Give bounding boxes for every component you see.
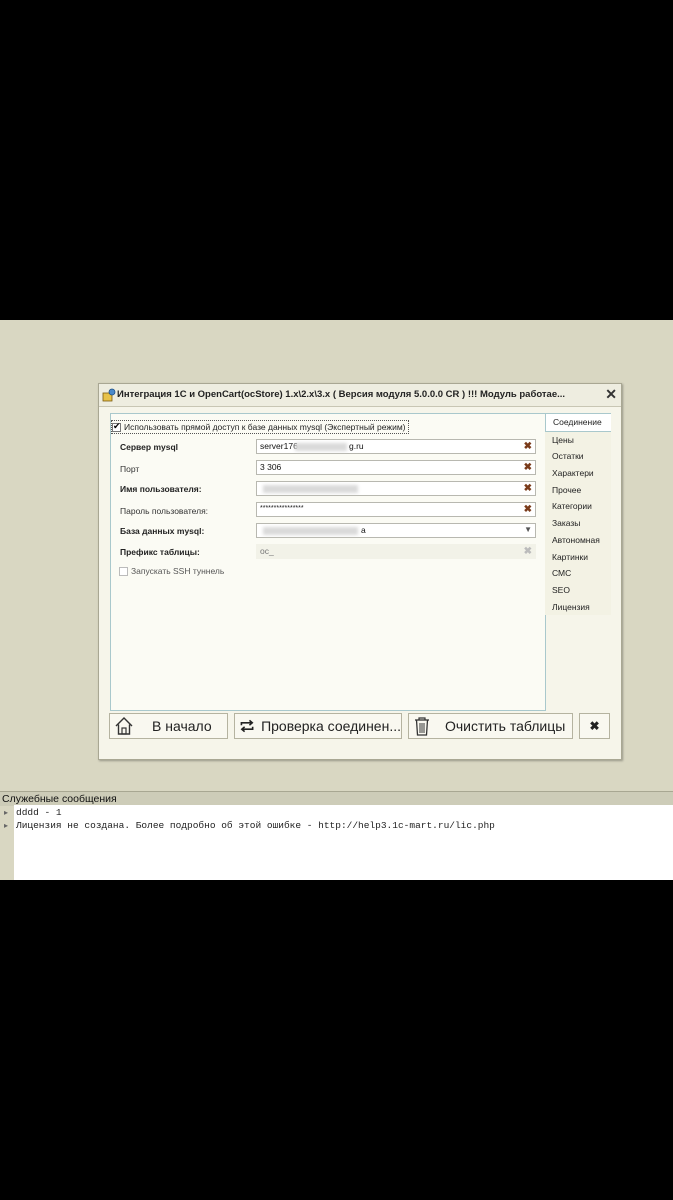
tab-sms[interactable]: СМС: [545, 565, 611, 582]
server-value-start: server176: [260, 441, 298, 451]
password-field[interactable]: **************** ✖: [256, 502, 536, 517]
app-icon: [102, 388, 116, 402]
clear-port-icon[interactable]: ✖: [524, 462, 532, 473]
tab-connection[interactable]: Соединение: [545, 413, 611, 432]
ssh-checkbox[interactable]: [119, 566, 128, 576]
database-select[interactable]: a ▼: [256, 523, 536, 538]
check-connection-button[interactable]: Проверка соединен...: [234, 713, 402, 739]
clear-prefix-icon[interactable]: ✖: [524, 546, 532, 557]
desktop-area: Интеграция 1С и OpenCart(ocStore) 1.x\2.…: [0, 320, 673, 880]
port-field[interactable]: 3 306 ✖: [256, 460, 536, 475]
message-line: dddd - 1: [16, 807, 62, 818]
redacted-blur: [295, 443, 347, 451]
prefix-label: Префикс таблицы:: [120, 547, 200, 557]
settings-tabs: Соединение Цены Остатки Характери Прочее…: [545, 413, 611, 616]
bullet-icon: ▸: [4, 808, 9, 817]
ssh-label: Запускать SSH туннель: [131, 566, 225, 576]
integration-dialog: Интеграция 1С и OpenCart(ocStore) 1.x\2.…: [98, 383, 622, 760]
close-window-icon[interactable]: ✕: [605, 386, 617, 402]
refresh-icon: [240, 719, 254, 733]
button-bar: В начало Проверка соединен... Очистить т…: [99, 713, 621, 745]
connection-panel: [110, 413, 546, 711]
title-bar: Интеграция 1С и OpenCart(ocStore) 1.x\2.…: [99, 384, 621, 407]
tab-prices[interactable]: Цены: [545, 431, 611, 449]
trash-icon: [415, 717, 429, 736]
tab-stock[interactable]: Остатки: [545, 448, 611, 466]
clear-user-icon[interactable]: ✖: [524, 483, 532, 494]
password-label: Пароль пользователя:: [120, 506, 209, 516]
clear-tables-label: Очистить таблицы: [445, 718, 566, 734]
close-icon: ✖: [589, 719, 600, 733]
messages-title: Служебные сообщения: [2, 793, 117, 805]
clear-password-icon[interactable]: ✖: [524, 504, 532, 515]
tab-seo[interactable]: SEO: [545, 581, 611, 599]
clear-server-icon[interactable]: ✖: [524, 441, 532, 452]
tab-license[interactable]: Лицензия: [545, 598, 611, 616]
redacted-blur: [263, 485, 358, 493]
server-label: Сервер mysql: [120, 442, 179, 452]
home-icon: [115, 717, 133, 735]
check-connection-label: Проверка соединен...: [261, 718, 401, 734]
server-field[interactable]: server176 g.ru ✖: [256, 439, 536, 454]
ssh-checkbox-row[interactable]: Запускать SSH туннель: [119, 566, 224, 576]
tab-autonomous[interactable]: Автономная: [545, 531, 611, 549]
port-label: Порт: [120, 464, 140, 474]
prefix-value: oc_: [260, 546, 274, 556]
home-button-label: В начало: [152, 718, 212, 734]
home-button[interactable]: В начало: [109, 713, 228, 739]
message-line: Лицензия не создана. Более подробно об э…: [16, 820, 495, 831]
user-label: Имя пользователя:: [120, 484, 202, 494]
direct-access-checkbox-row[interactable]: Использовать прямой доступ к базе данных…: [111, 420, 409, 434]
server-value-end: g.ru: [349, 441, 364, 451]
database-value-end: a: [361, 525, 366, 535]
close-dialog-button[interactable]: ✖: [579, 713, 610, 739]
bullet-icon: ▸: [4, 821, 9, 830]
direct-access-label: Использовать прямой доступ к базе данных…: [124, 422, 406, 432]
redacted-blur: [263, 527, 358, 535]
dropdown-arrow-icon[interactable]: ▼: [524, 525, 532, 534]
user-field[interactable]: ✖: [256, 481, 536, 496]
password-value: ****************: [260, 505, 304, 512]
clear-tables-button[interactable]: Очистить таблицы: [408, 713, 573, 739]
messages-panel: dddd - 1 Лицензия не создана. Более подр…: [14, 805, 673, 880]
tab-images[interactable]: Картинки: [545, 548, 611, 566]
window-title: Интеграция 1С и OpenCart(ocStore) 1.x\2.…: [117, 389, 566, 400]
prefix-field[interactable]: oc_ ✖: [256, 544, 536, 559]
port-value: 3 306: [260, 462, 282, 472]
tab-orders[interactable]: Заказы: [545, 515, 611, 532]
tab-characteristics[interactable]: Характери: [545, 465, 611, 482]
database-label: База данных mysql:: [120, 526, 205, 536]
tab-other[interactable]: Прочее: [545, 481, 611, 499]
tab-categories[interactable]: Категории: [545, 498, 611, 516]
direct-access-checkbox[interactable]: [112, 421, 121, 432]
messages-header: Служебные сообщения: [0, 791, 673, 806]
